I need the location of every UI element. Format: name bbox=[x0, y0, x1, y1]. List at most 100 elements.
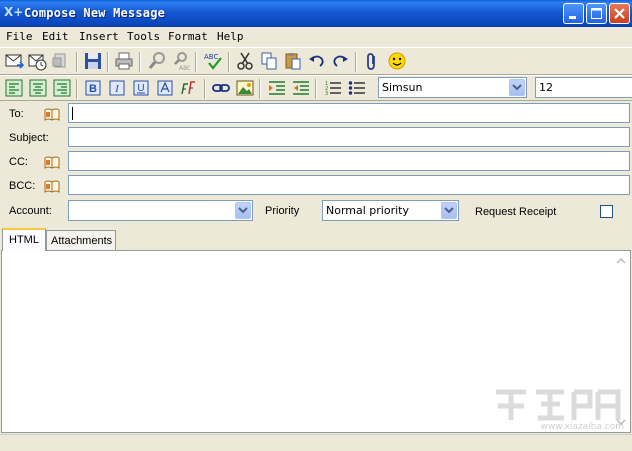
subject-label: Subject: bbox=[9, 132, 49, 144]
maximize-button[interactable] bbox=[586, 3, 607, 24]
copy-button[interactable] bbox=[259, 51, 279, 71]
print-button[interactable] bbox=[114, 51, 134, 71]
redo-button[interactable] bbox=[330, 51, 350, 71]
toolbar-separator bbox=[315, 79, 317, 99]
paste-button[interactable] bbox=[283, 51, 303, 71]
menu-insert[interactable]: Insert bbox=[79, 30, 119, 43]
main-toolbar: ABC ABC bbox=[0, 47, 632, 75]
toolbar-separator bbox=[195, 52, 197, 72]
priority-dropdown-button[interactable] bbox=[441, 202, 457, 219]
new-message-button[interactable] bbox=[4, 51, 24, 71]
highlight-button[interactable] bbox=[155, 78, 175, 98]
request-receipt-checkbox[interactable] bbox=[600, 205, 613, 218]
print-icon bbox=[115, 52, 133, 70]
account-select[interactable] bbox=[68, 200, 253, 221]
cc-field[interactable] bbox=[68, 151, 630, 171]
cut-button[interactable] bbox=[235, 51, 255, 71]
italic-icon: I bbox=[109, 80, 125, 96]
toolbar-separator bbox=[139, 52, 141, 72]
app-icon: X+ bbox=[4, 5, 24, 19]
font-name-select[interactable]: Simsun bbox=[378, 77, 527, 98]
address-book-icon[interactable] bbox=[44, 107, 60, 121]
tab-html[interactable]: HTML bbox=[2, 228, 46, 251]
smiley-icon bbox=[388, 52, 406, 70]
priority-value: Normal priority bbox=[326, 204, 409, 217]
menu-format[interactable]: Format bbox=[168, 30, 208, 43]
find-button[interactable] bbox=[147, 51, 167, 71]
address-book-icon[interactable] bbox=[44, 155, 60, 169]
attach-button[interactable] bbox=[362, 51, 382, 71]
chevron-down-icon bbox=[238, 207, 248, 214]
insert-image-button[interactable] bbox=[235, 78, 255, 98]
save-button[interactable] bbox=[83, 51, 103, 71]
align-right-button[interactable] bbox=[52, 78, 72, 98]
underline-icon: U bbox=[133, 80, 149, 96]
tab-attachments[interactable]: Attachments bbox=[46, 230, 116, 251]
undo-button[interactable] bbox=[307, 51, 327, 71]
font-button[interactable] bbox=[179, 78, 199, 98]
bcc-label: BCC: bbox=[9, 180, 36, 192]
font-icon bbox=[181, 81, 195, 95]
undo-icon bbox=[309, 55, 324, 67]
menu-file[interactable]: File bbox=[6, 30, 33, 43]
scroll-up-icon[interactable] bbox=[614, 254, 628, 268]
title-bar[interactable]: X+ Compose New Message bbox=[0, 0, 632, 27]
account-dropdown-button[interactable] bbox=[235, 202, 251, 219]
address-book-icon[interactable] bbox=[44, 179, 60, 193]
indent-button[interactable] bbox=[267, 78, 287, 98]
watermark-logo: www.xiazaiba.com bbox=[486, 384, 626, 436]
tab-html-label: HTML bbox=[9, 234, 39, 246]
numbered-list-button[interactable]: 123 bbox=[323, 78, 343, 98]
font-name-dropdown-button[interactable] bbox=[509, 79, 525, 96]
status-bar bbox=[0, 434, 632, 451]
replace-button[interactable]: ABC bbox=[170, 51, 190, 71]
spellcheck-button[interactable]: ABC bbox=[203, 51, 223, 71]
cut-icon bbox=[237, 52, 253, 70]
send-later-icon bbox=[28, 54, 47, 71]
underline-button[interactable]: U bbox=[131, 78, 151, 98]
toolbar-separator bbox=[204, 79, 206, 99]
send-later-button[interactable] bbox=[27, 51, 47, 71]
request-receipt-label: Request Receipt bbox=[475, 206, 557, 218]
bullet-list-button[interactable] bbox=[347, 78, 367, 98]
insert-link-button[interactable] bbox=[211, 78, 231, 98]
paperclip-icon bbox=[367, 53, 375, 70]
attach-doc-button[interactable] bbox=[50, 51, 70, 71]
minimize-button[interactable] bbox=[563, 3, 584, 24]
font-size-value: 12 bbox=[539, 81, 553, 94]
italic-button[interactable]: I bbox=[107, 78, 127, 98]
emoticon-button[interactable] bbox=[387, 51, 407, 71]
new-message-icon bbox=[5, 54, 24, 69]
align-left-button[interactable] bbox=[4, 78, 24, 98]
bcc-field[interactable] bbox=[68, 175, 630, 195]
to-field[interactable] bbox=[68, 103, 630, 123]
font-size-select[interactable]: 12 bbox=[535, 77, 632, 98]
window-title: Compose New Message bbox=[24, 6, 166, 20]
spellcheck-icon: ABC bbox=[204, 53, 222, 70]
align-right-icon bbox=[53, 79, 71, 97]
svg-text:U: U bbox=[137, 83, 144, 94]
image-icon bbox=[236, 80, 254, 96]
watermark-mark-icon bbox=[496, 389, 621, 421]
menu-tools[interactable]: Tools bbox=[127, 30, 160, 43]
toolbar-separator bbox=[228, 52, 230, 72]
outdent-button[interactable] bbox=[291, 78, 311, 98]
align-center-button[interactable] bbox=[28, 78, 48, 98]
close-button[interactable] bbox=[609, 3, 630, 24]
bullet-list-icon bbox=[348, 81, 365, 95]
bold-button[interactable]: B bbox=[83, 78, 103, 98]
toolbar-separator bbox=[76, 52, 78, 72]
toolbar-separator bbox=[76, 79, 78, 99]
subject-field[interactable] bbox=[68, 127, 630, 147]
tab-attachments-label: Attachments bbox=[51, 235, 113, 247]
toolbar-separator bbox=[259, 79, 261, 99]
toolbar-separator bbox=[355, 52, 357, 72]
menu-edit[interactable]: Edit bbox=[42, 30, 69, 43]
menu-help[interactable]: Help bbox=[217, 30, 244, 43]
copy-icon bbox=[261, 52, 277, 70]
priority-select[interactable]: Normal priority bbox=[322, 200, 459, 221]
outdent-icon bbox=[293, 81, 309, 95]
svg-text:3: 3 bbox=[325, 91, 328, 97]
chevron-down-icon bbox=[444, 207, 454, 214]
to-label: To: bbox=[9, 108, 24, 120]
